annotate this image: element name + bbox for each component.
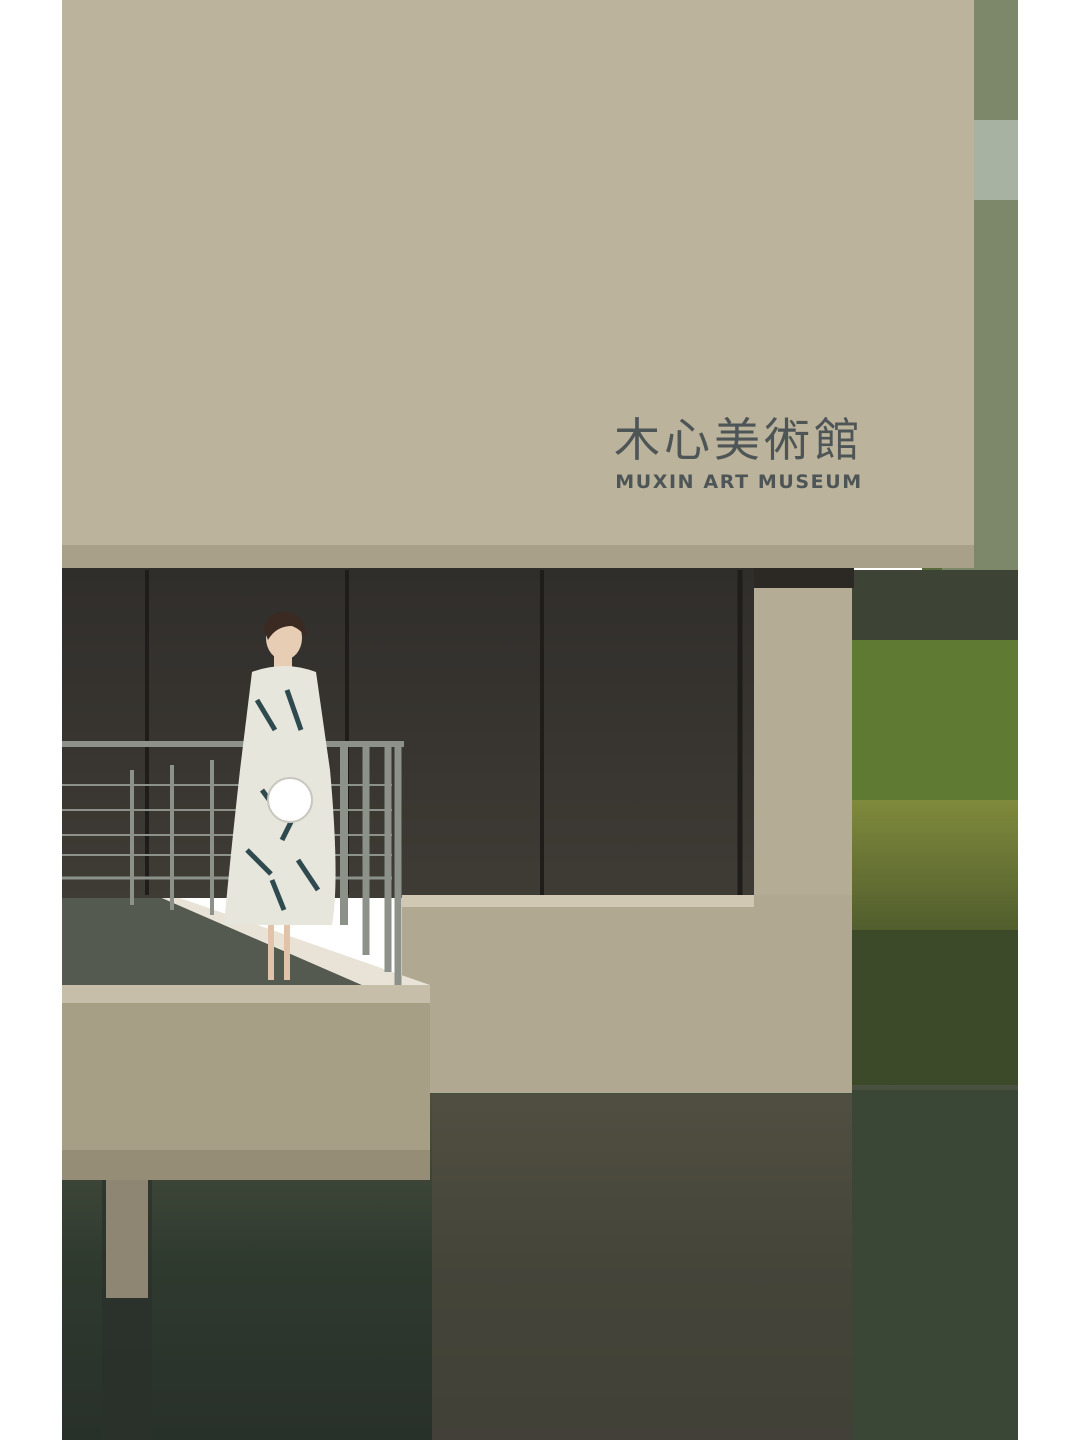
museum-sign-english: MUXIN ART MUSEUM	[615, 471, 863, 493]
support-column	[106, 1180, 148, 1298]
green-shrubs	[852, 640, 1018, 800]
glass-facade	[62, 568, 754, 898]
grass-bank	[852, 800, 1018, 940]
museum-sign: 木心美術館 MUXIN ART MUSEUM	[584, 412, 894, 494]
lower-wall	[402, 895, 852, 1093]
photo-illustration	[62, 0, 1018, 1440]
museum-photo: 木心美術館 MUXIN ART MUSEUM	[62, 0, 1018, 1440]
museum-sign-chinese: 木心美術館	[614, 413, 864, 467]
photo-page: 木心美術館 MUXIN ART MUSEUM	[0, 0, 1080, 1440]
